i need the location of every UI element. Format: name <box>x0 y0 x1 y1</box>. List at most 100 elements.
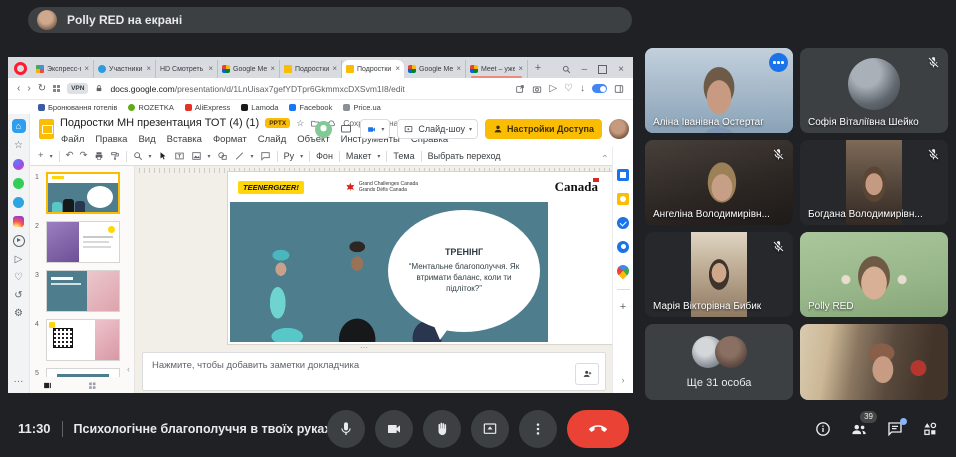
bookmark-facebook[interactable]: Facebook <box>289 103 332 112</box>
undo-icon[interactable]: ↶ <box>66 151 74 161</box>
slide-thumbnail-4[interactable] <box>46 319 120 361</box>
zoom-icon[interactable] <box>133 151 143 161</box>
forward-icon[interactable]: › <box>27 83 30 94</box>
bookmark-booking[interactable]: Бронювання готелів <box>38 103 117 112</box>
mic-button[interactable] <box>327 409 365 448</box>
print-icon[interactable] <box>94 151 104 161</box>
new-tab-button[interactable]: + <box>530 60 546 76</box>
tab-close-icon[interactable]: × <box>518 65 523 73</box>
menu-slide[interactable]: Слайд <box>258 134 287 145</box>
favorites-heart-icon[interactable]: ♡ <box>14 273 23 283</box>
present-to-meeting-button[interactable]: ▾ <box>360 119 391 139</box>
tab-express[interactable]: Экспресс-па...× <box>32 60 94 78</box>
sidebar-more-icon[interactable]: ··· <box>14 377 24 387</box>
dropdown-icon[interactable]: ▾ <box>208 153 211 160</box>
present-button[interactable] <box>471 409 509 448</box>
close-button[interactable]: × <box>618 64 624 75</box>
collapse-menus-icon[interactable]: ‹ <box>601 155 611 158</box>
insert-shape-icon[interactable] <box>217 151 228 161</box>
extension-toggle[interactable] <box>592 84 607 93</box>
vpn-badge[interactable]: VPN <box>67 83 89 94</box>
minimize-button[interactable]: – <box>582 64 588 75</box>
instagram-icon[interactable] <box>13 216 24 227</box>
background-button[interactable]: Фон <box>316 151 333 161</box>
tab-search-icon[interactable] <box>562 65 571 74</box>
participant-tile-angelina[interactable]: Ангеліна Володимирівн... <box>645 140 793 225</box>
bookmarks-star-icon[interactable]: ☆ <box>14 141 23 151</box>
whatsapp-icon[interactable] <box>13 178 24 189</box>
contacts-icon[interactable] <box>617 241 629 253</box>
notes-placeholder[interactable]: Нажмите, чтобы добавить заметки докладчи… <box>152 360 359 371</box>
star-doc-icon[interactable]: ☆ <box>296 118 304 129</box>
select-cursor-icon[interactable] <box>158 151 168 161</box>
slide-thumbnail-3[interactable] <box>46 270 120 312</box>
account-avatar[interactable] <box>609 119 629 139</box>
snapshot-icon[interactable] <box>532 84 542 94</box>
home-icon[interactable]: ⌂ <box>11 119 26 133</box>
participant-tile-alina[interactable]: Аліна Іванівна Остертаг <box>645 48 793 133</box>
maps-icon[interactable] <box>614 262 632 280</box>
redo-icon[interactable]: ↷ <box>80 151 88 161</box>
participant-tile-polly[interactable]: Polly RED <box>800 232 948 317</box>
player-icon[interactable] <box>12 235 25 247</box>
url-text[interactable]: docs.google.com/presentation/d/1LnUisax7… <box>110 84 508 94</box>
new-slide-button[interactable]: + <box>38 151 44 161</box>
filmstrip-view-icon[interactable] <box>42 381 53 390</box>
tab-close-icon[interactable]: × <box>332 65 337 73</box>
opera-logo-icon[interactable] <box>14 62 27 75</box>
tab-slides-1[interactable]: Подростки М...× <box>280 60 342 78</box>
tab-hd-video[interactable]: HD Смотреть фи...× <box>156 60 218 78</box>
bookmark-priceua[interactable]: Price.ua <box>343 103 381 112</box>
doc-title[interactable]: Подростки МН презентация ТОТ (4) (1) <box>60 117 259 129</box>
insert-image-icon[interactable] <box>191 151 202 161</box>
layout-button[interactable]: Макет <box>346 151 371 161</box>
camera-button[interactable] <box>375 409 413 448</box>
insert-line-icon[interactable] <box>234 151 245 161</box>
insert-comment-icon[interactable] <box>260 151 271 161</box>
messenger-icon[interactable] <box>13 159 24 170</box>
share-access-button[interactable]: Настройки Доступа <box>485 119 602 139</box>
more-participants-tile[interactable]: Ще 31 особа <box>645 324 793 400</box>
dropdown-icon[interactable]: ▾ <box>149 153 152 160</box>
add-speaker-button[interactable] <box>575 363 599 385</box>
dropdown-icon[interactable]: ▾ <box>469 126 472 133</box>
menu-file[interactable]: Файл <box>61 134 84 145</box>
paint-format-icon[interactable] <box>110 151 120 161</box>
bookmark-heart-icon[interactable]: ♡ <box>564 83 573 94</box>
dropdown-icon[interactable]: ▾ <box>300 153 303 160</box>
raise-hand-button[interactable] <box>423 409 461 448</box>
slide-thumbnail-2[interactable] <box>46 221 120 263</box>
menu-edit[interactable]: Правка <box>95 134 127 145</box>
dropdown-icon[interactable]: ▾ <box>50 153 53 160</box>
chat-button[interactable] <box>886 417 907 438</box>
collapse-panel-icon[interactable]: › <box>622 375 625 385</box>
tab-close-icon[interactable]: × <box>146 65 151 73</box>
share-page-icon[interactable] <box>515 84 525 94</box>
tab-close-icon[interactable]: × <box>270 65 275 73</box>
add-addon-icon[interactable]: + <box>620 302 626 313</box>
menu-format[interactable]: Формат <box>213 134 247 145</box>
speaker-notes[interactable]: Нажмите, чтобы добавить заметки докладчи… <box>142 352 606 391</box>
slides-app-icon[interactable] <box>39 119 54 139</box>
speed-dial-grid-icon[interactable] <box>53 85 61 92</box>
participant-tile-sofia[interactable]: Софія Віталіївна Шейко <box>800 48 948 133</box>
menu-insert[interactable]: Вставка <box>167 134 202 145</box>
keep-icon[interactable] <box>617 193 629 205</box>
format-tool[interactable]: Рy <box>284 151 295 161</box>
dropdown-icon[interactable]: ▾ <box>377 153 380 160</box>
reload-icon[interactable]: ↻ <box>38 83 46 94</box>
slide-canvas[interactable]: TEENERGIZER! Grand Challenges Canada Gran… <box>228 172 612 344</box>
flow-icon[interactable]: ▷ <box>549 83 557 94</box>
slideshow-button[interactable]: Слайд-шоу ▾ <box>397 119 479 139</box>
calendar-icon[interactable] <box>617 169 629 181</box>
participant-tile-bogdana[interactable]: Богдана Володимирівн... <box>800 140 948 225</box>
comments-history-icon[interactable] <box>339 123 353 135</box>
tab-slides-active[interactable]: Подростки М...× <box>342 60 404 78</box>
telegram-icon[interactable] <box>13 197 24 208</box>
menu-view[interactable]: Вид <box>138 134 155 145</box>
flow-send-icon[interactable]: ▷ <box>15 255 23 265</box>
dropdown-icon[interactable]: ▾ <box>251 153 254 160</box>
tab-close-icon[interactable]: × <box>456 65 461 73</box>
participant-tile-unnamed[interactable] <box>800 324 948 400</box>
notes-drag-handle[interactable]: ⋯ <box>360 343 369 352</box>
